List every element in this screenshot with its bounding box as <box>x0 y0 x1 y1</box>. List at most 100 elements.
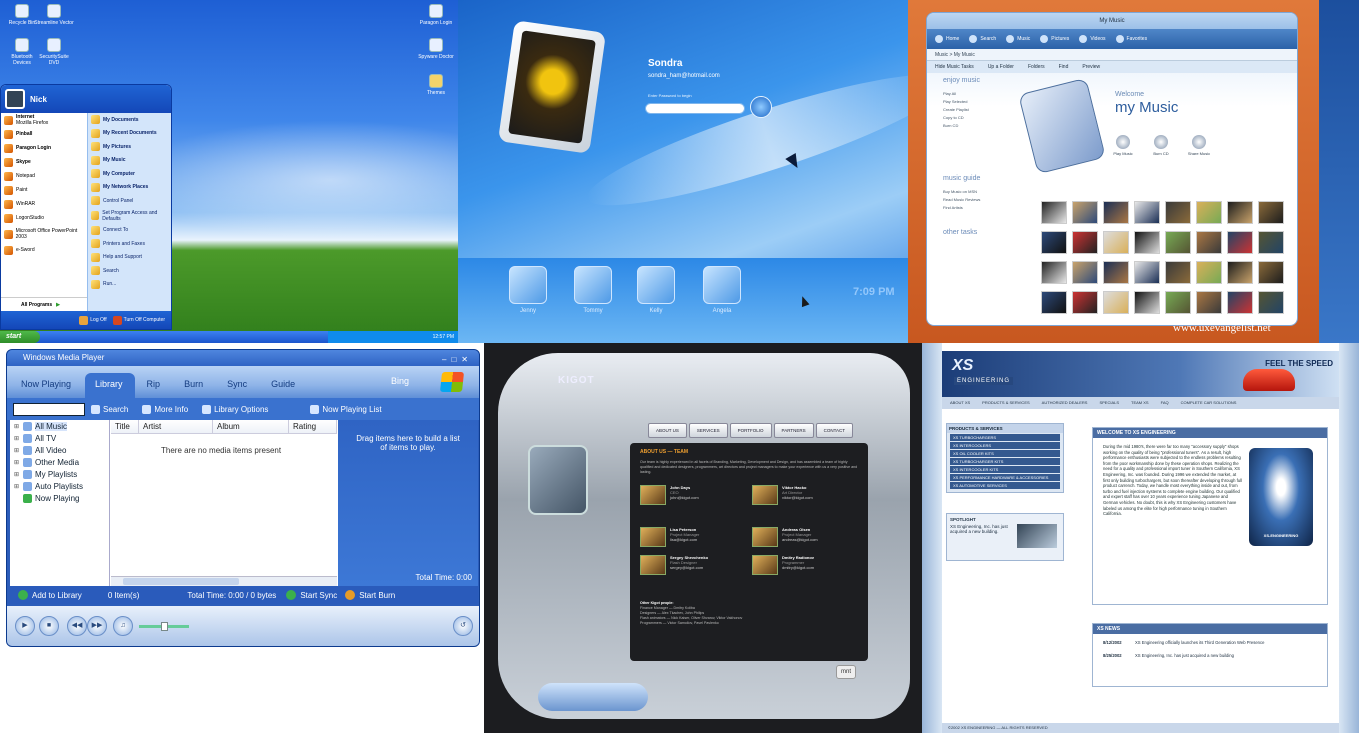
product-link[interactable]: XS TURBOCHARGERS <box>950 434 1060 441</box>
album-thumbnail[interactable] <box>1072 261 1098 284</box>
album-thumbnail[interactable] <box>1196 231 1222 254</box>
toolbar-search[interactable]: Search <box>969 35 996 43</box>
place-recent-documents[interactable]: My Recent Documents <box>88 127 171 141</box>
play-button[interactable]: ▶ <box>15 616 35 636</box>
address-bar[interactable]: Music > My Music <box>927 49 1297 61</box>
task-burn-cd[interactable]: Burn CD <box>943 123 958 128</box>
album-thumbnail[interactable] <box>1165 201 1191 224</box>
previous-button[interactable]: ◀◀ <box>67 616 87 636</box>
album-thumbnail[interactable] <box>1227 201 1253 224</box>
account-angela[interactable]: Angela <box>702 266 742 314</box>
album-thumbnail[interactable] <box>1134 231 1160 254</box>
album-thumbnail[interactable] <box>1041 291 1067 314</box>
album-thumbnail[interactable] <box>1258 291 1284 314</box>
switch-mode-button[interactable]: ↺ <box>453 616 473 636</box>
tree-all-video[interactable]: ⊞ All Video <box>10 444 109 456</box>
tab-bing[interactable]: Bing <box>391 376 409 386</box>
scroll-thumb[interactable] <box>123 578 239 585</box>
start-sync-button[interactable]: Start Sync <box>286 590 337 600</box>
kigot-bottom-capsule[interactable] <box>538 683 648 711</box>
volume-knob[interactable] <box>161 622 168 631</box>
search-button[interactable]: Search <box>91 404 128 414</box>
toolbar-music[interactable]: Music <box>1006 35 1030 43</box>
guide-reviews[interactable]: Read Music Reviews <box>943 197 980 202</box>
product-link[interactable]: XS INTERCOOLERS <box>950 442 1060 449</box>
album-thumbnail[interactable] <box>1165 231 1191 254</box>
next-button[interactable]: ▶▶ <box>87 616 107 636</box>
nav-products[interactable]: PRODUCTS & SERVICES <box>982 397 1030 409</box>
cmd-hide-tasks[interactable]: Hide Music Tasks <box>935 61 974 73</box>
place-my-music[interactable]: My Music <box>88 154 171 168</box>
toolbar-videos[interactable]: Videos <box>1079 35 1106 43</box>
action-share-music[interactable]: Share Music <box>1183 135 1215 156</box>
tab-guide[interactable]: Guide <box>261 379 307 398</box>
start-item-winrar[interactable]: WinRAR <box>1 197 87 211</box>
start-button[interactable]: start <box>0 331 40 343</box>
album-thumbnail[interactable] <box>1196 201 1222 224</box>
album-thumbnail[interactable] <box>1072 201 1098 224</box>
account-tommy[interactable]: Tommy <box>573 266 613 314</box>
now-playing-list-pane[interactable]: Drag items here to build a list of items… <box>338 420 478 586</box>
album-thumbnail[interactable] <box>1103 231 1129 254</box>
place-run[interactable]: Run... <box>88 278 171 292</box>
cmd-up-folder[interactable]: Up a Folder <box>988 61 1014 73</box>
toolbar-pictures[interactable]: Pictures <box>1040 35 1069 43</box>
album-thumbnail[interactable] <box>1258 231 1284 254</box>
tree-my-playlists[interactable]: ⊞ My Playlists <box>10 468 109 480</box>
cmd-find[interactable]: Find <box>1059 61 1069 73</box>
add-to-library-button[interactable]: Add to Library <box>18 590 82 600</box>
start-item-skype[interactable]: Skype <box>1 155 87 169</box>
album-thumbnail[interactable] <box>1103 201 1129 224</box>
nav-specials[interactable]: SPECIALS <box>1099 397 1119 409</box>
nav-portfolio[interactable]: PORTFOLIO <box>729 423 772 438</box>
album-thumbnail[interactable] <box>1227 231 1253 254</box>
start-item-pinball[interactable]: Pinball <box>1 127 87 141</box>
product-link[interactable]: XS AUTOMOTIVE SERVICES <box>950 482 1060 489</box>
news-item[interactable]: 8/25/2002 XS Engineering, Inc. has just a… <box>1093 647 1327 660</box>
product-link[interactable]: XS OIL COOLER KITS <box>950 450 1060 457</box>
place-search[interactable]: Search <box>88 264 171 278</box>
system-tray-clock[interactable]: 12:57 PM <box>328 331 458 343</box>
tree-now-playing[interactable]: Now Playing <box>10 492 109 504</box>
toolbar-home[interactable]: Home <box>935 35 959 43</box>
album-thumbnail[interactable] <box>1134 201 1160 224</box>
desktop-icon-paragon-login[interactable]: Paragon Login <box>416 4 456 26</box>
turn-off-button[interactable]: Turn Off Computer <box>112 315 165 325</box>
more-info-button[interactable]: More Info <box>142 404 188 414</box>
place-help[interactable]: Help and Support <box>88 251 171 265</box>
action-play-music[interactable]: Play Music <box>1107 135 1139 156</box>
start-item-logonstudio[interactable]: LogonStudio <box>1 211 87 225</box>
column-rating[interactable]: Rating <box>289 420 337 433</box>
tab-now-playing[interactable]: Now Playing <box>11 379 83 398</box>
start-item-paragon[interactable]: Paragon Login <box>1 141 87 155</box>
album-thumbnail[interactable] <box>1072 291 1098 314</box>
album-thumbnail[interactable] <box>1227 261 1253 284</box>
nav-team[interactable]: TEAM XS <box>1131 397 1149 409</box>
action-burn-cd[interactable]: Burn CD <box>1145 135 1177 156</box>
place-my-computer[interactable]: My Computer <box>88 167 171 181</box>
album-thumbnail[interactable] <box>1103 291 1129 314</box>
guide-buy-music[interactable]: Buy Music on MSN <box>943 189 977 194</box>
place-program-access[interactable]: Set Program Access and Defaults <box>88 208 171 224</box>
start-item-powerpoint[interactable]: Microsoft Office PowerPoint 2003 <box>1 225 87 243</box>
task-play-selected[interactable]: Play Selected <box>943 99 967 104</box>
nav-car-solutions[interactable]: COMPLETE CAR SOLUTIONS <box>1181 397 1237 409</box>
task-create-playlist[interactable]: Create Playlist <box>943 107 969 112</box>
place-printers[interactable]: Printers and Faxes <box>88 237 171 251</box>
desktop-icon-streamline[interactable]: Streamline Vector <box>34 4 74 26</box>
tree-all-tv[interactable]: ⊞ All TV <box>10 432 109 444</box>
album-thumbnail[interactable] <box>1258 261 1284 284</box>
start-item-internet[interactable]: Internet Mozilla Firefox <box>1 113 87 127</box>
toolbar-favorites[interactable]: Favorites <box>1115 35 1147 43</box>
nav-about-xs[interactable]: ABOUT XS <box>950 397 970 409</box>
place-connect-to[interactable]: Connect To <box>88 224 171 238</box>
product-link[interactable]: XS PERFORMANCE HARDWARE & ACCESSORIES <box>950 474 1060 481</box>
column-album[interactable]: Album <box>213 420 289 433</box>
album-thumbnail[interactable] <box>1258 201 1284 224</box>
product-link[interactable]: XS INTERCOOLER KITS <box>950 466 1060 473</box>
nav-partners[interactable]: PARTNERS <box>773 423 814 438</box>
password-input[interactable] <box>645 103 745 114</box>
product-link[interactable]: XS TURBOCHARGER KITS <box>950 458 1060 465</box>
place-my-pictures[interactable]: My Pictures <box>88 140 171 154</box>
desktop-icon-themes[interactable]: Themes <box>416 74 456 96</box>
